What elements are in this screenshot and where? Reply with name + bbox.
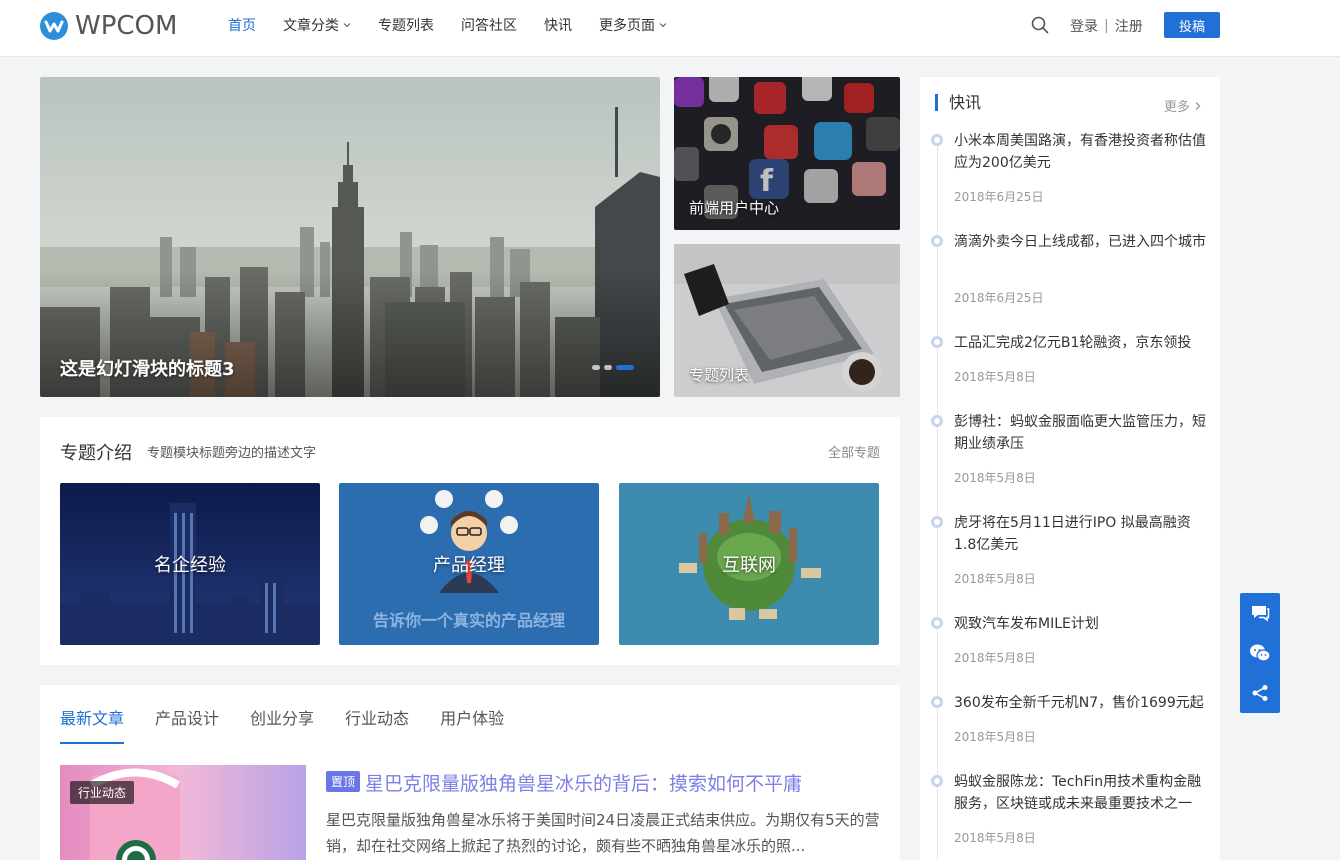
nav-item-label: 快讯 <box>544 18 572 34</box>
section-title: 专题介绍 <box>60 443 132 464</box>
news-item-title[interactable]: 360发布全新千元机N7，售价1699元起 <box>954 692 1206 714</box>
tab-startup[interactable]: 创业分享 <box>250 685 314 744</box>
news-item-title[interactable]: 虎牙将在5月11日进行IPO 拟最高融资1.8亿美元 <box>954 512 1206 556</box>
news-item-date: 2018年6月25日 <box>954 190 1044 204</box>
login-link[interactable]: 登录 <box>1070 16 1098 36</box>
article-category-badge[interactable]: 行业动态 <box>70 781 135 804</box>
auth-separator: | <box>1104 18 1109 34</box>
topic-card-label: 产品经理 <box>433 555 505 576</box>
register-link[interactable]: 注册 <box>1115 16 1143 36</box>
feature-card-label: 专题列表 <box>689 366 750 384</box>
articles-section: 最新文章 产品设计 创业分享 行业动态 用户体验 行业动态 置顶 星巴克限量版独… <box>40 685 900 860</box>
contact-button[interactable] <box>1240 593 1280 633</box>
news-item-date: 2018年5月8日 <box>954 370 1036 384</box>
article-tabs: 最新文章 产品设计 创业分享 行业动态 用户体验 <box>60 685 535 744</box>
topic-card-label: 名企经验 <box>154 555 226 576</box>
feature-card-label: 前端用户中心 <box>689 199 780 217</box>
news-item-date: 2018年5月8日 <box>954 471 1036 485</box>
search-icon[interactable] <box>1031 16 1049 34</box>
main-slider[interactable]: 这是幻灯滑块的标题3 <box>40 77 660 397</box>
timeline-dot <box>931 336 943 348</box>
share-button[interactable] <box>1240 673 1280 713</box>
news-item-date: 2018年6月25日 <box>954 291 1044 305</box>
news-item-title[interactable]: 蚂蚁金服陈龙：TechFin用技术重构金融服务，区块链或成未来最重要技术之一 <box>954 771 1206 815</box>
submit-post-button[interactable]: 投稿 <box>1164 12 1220 38</box>
news-item-date: 2018年5月8日 <box>954 572 1036 586</box>
timeline-dot <box>931 617 943 629</box>
timeline-dot <box>931 415 943 427</box>
main-nav: 首页 文章分类 专题列表 问答社区 快讯 更多页面 <box>228 0 694 50</box>
topic-card-label: 互联网 <box>722 555 776 576</box>
nav-item-home[interactable]: 首页 <box>228 15 256 35</box>
tab-industry[interactable]: 行业动态 <box>345 685 409 744</box>
topics-section: 专题介绍 专题模块标题旁边的描述文字 全部专题 名企经验 产品经理 告诉你一个真… <box>40 417 900 665</box>
news-item-date: 2018年5月8日 <box>954 831 1036 845</box>
all-topics-link[interactable]: 全部专题 <box>828 442 880 461</box>
site-logo[interactable]: WPCOM <box>40 11 177 41</box>
news-item-date: 2018年5月8日 <box>954 730 1036 744</box>
nav-item-categories[interactable]: 文章分类 <box>283 15 351 35</box>
feature-card-user-center[interactable]: f 前端用户中心 <box>674 77 900 230</box>
slider-pagination <box>592 365 638 370</box>
site-header: WPCOM 首页 文章分类 专题列表 问答社区 快讯 更多页面 登录 | 注册 … <box>0 0 1340 57</box>
timeline-dot <box>931 134 943 146</box>
chat-icon <box>1252 606 1270 622</box>
tab-ux[interactable]: 用户体验 <box>440 685 504 744</box>
news-widget-title: 快讯 <box>935 94 981 111</box>
news-item-title[interactable]: 观致汽车发布MILE计划 <box>954 613 1206 635</box>
wechat-icon <box>1250 644 1271 662</box>
news-item-title[interactable]: 小米本周美国路演，有香港投资者称估值应为200亿美元 <box>954 130 1206 174</box>
timeline-dot <box>931 775 943 787</box>
logo-icon <box>40 12 68 40</box>
nav-item-qa[interactable]: 问答社区 <box>461 15 517 35</box>
news-item-title[interactable]: 彭博社：蚂蚁金服面临更大监管压力，短期业绩承压 <box>954 411 1206 455</box>
tab-product-design[interactable]: 产品设计 <box>155 685 219 744</box>
floating-action-bar <box>1240 593 1280 713</box>
wechat-button[interactable] <box>1240 633 1280 673</box>
section-description: 专题模块标题旁边的描述文字 <box>147 446 317 461</box>
topic-card[interactable]: 产品经理 告诉你一个真实的产品经理 <box>339 483 599 645</box>
slider-dot-active[interactable] <box>616 365 634 370</box>
article-thumbnail-image <box>60 765 306 860</box>
tab-latest[interactable]: 最新文章 <box>60 685 125 744</box>
news-item-title[interactable]: 工品汇完成2亿元B1轮融资，京东领投 <box>954 332 1206 354</box>
topic-card[interactable]: 互联网 <box>619 483 879 645</box>
nav-item-label: 首页 <box>228 18 256 34</box>
nav-item-more-pages[interactable]: 更多页面 <box>599 15 667 35</box>
article-excerpt: 星巴克限量版独角兽星冰乐将于美国时间24日凌晨正式结束供应。为期仅有5天的营销，… <box>326 811 880 855</box>
nav-item-label: 专题列表 <box>378 18 434 34</box>
timeline-dot <box>931 696 943 708</box>
slide-image <box>40 77 660 397</box>
nav-item-label: 问答社区 <box>461 18 517 34</box>
article-thumbnail[interactable]: 行业动态 <box>60 765 306 860</box>
chevron-right-icon <box>1195 102 1201 110</box>
nav-item-label: 更多页面 <box>599 18 655 34</box>
slider-dot[interactable] <box>604 365 612 370</box>
slide-title[interactable]: 这是幻灯滑块的标题3 <box>60 355 235 381</box>
nav-item-topics[interactable]: 专题列表 <box>378 15 434 35</box>
timeline-dot <box>931 516 943 528</box>
auth-links: 登录 | 注册 <box>1070 16 1143 36</box>
share-icon <box>1252 685 1268 701</box>
news-item-title[interactable]: 滴滴外卖今日上线成都，已进入四个城市 <box>954 231 1206 253</box>
slider-dot[interactable] <box>592 365 600 370</box>
chevron-down-icon <box>343 23 351 28</box>
nav-item-news[interactable]: 快讯 <box>544 15 572 35</box>
news-more-label: 更多 <box>1163 100 1190 115</box>
sticky-badge: 置顶 <box>326 771 361 792</box>
logo-text: WPCOM <box>75 11 178 41</box>
nav-item-label: 文章分类 <box>283 18 339 34</box>
timeline-dot <box>931 235 943 247</box>
article-title[interactable]: 星巴克限量版独角兽星冰乐的背后：摸索如何不平庸 <box>365 769 802 796</box>
chevron-down-icon <box>659 23 667 28</box>
topic-card[interactable]: 名企经验 <box>60 483 320 645</box>
feature-card-topic-list[interactable]: 专题列表 <box>674 244 900 397</box>
topic-card-caption: 告诉你一个真实的产品经理 <box>372 611 565 630</box>
news-more-link[interactable]: 更多 <box>1164 96 1202 115</box>
news-item-date: 2018年5月8日 <box>954 651 1036 665</box>
news-widget: 快讯 更多 小米本周美国路演，有香港投资者称估值应为200亿美元 2018年6月… <box>920 77 1220 860</box>
